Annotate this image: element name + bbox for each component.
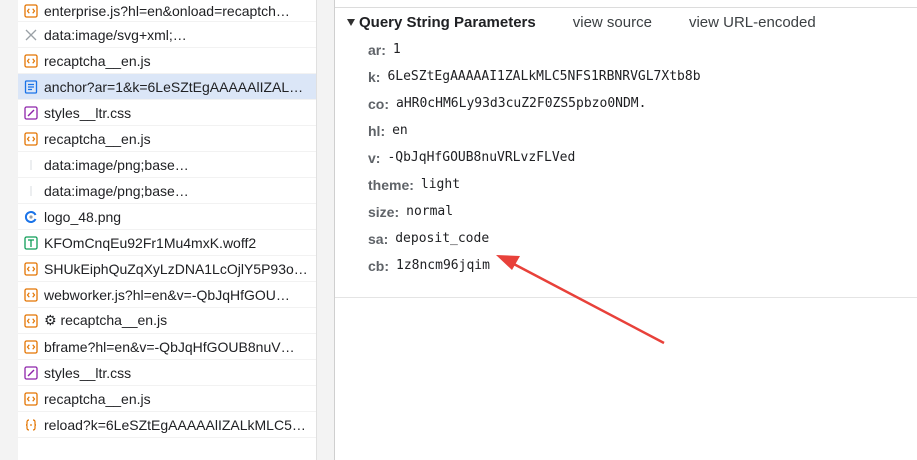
arrow-head [496, 255, 520, 270]
arrow-shaft [509, 260, 665, 345]
annotation-arrow [496, 255, 665, 345]
